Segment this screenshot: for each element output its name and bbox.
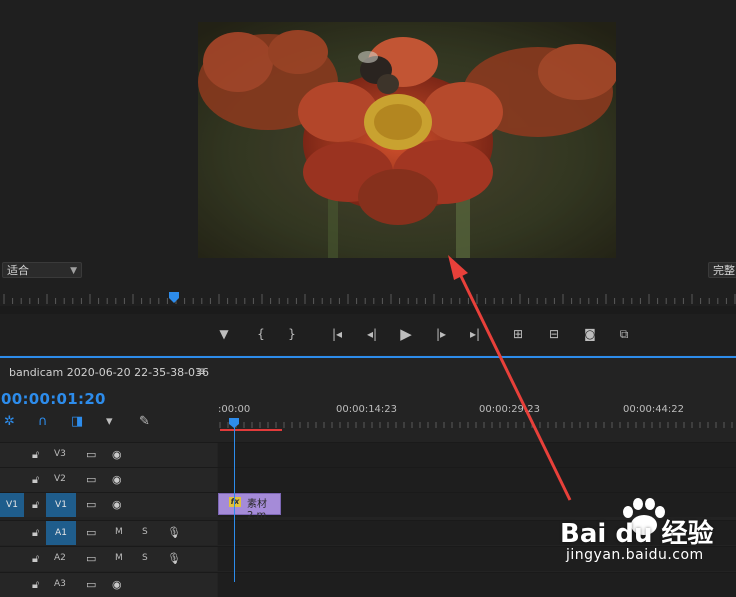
flower-bee-image [198,22,616,258]
mute-button[interactable]: M [115,553,123,563]
timeline-playhead-line[interactable] [234,420,235,582]
wrench-icon[interactable]: ✎ [139,414,150,429]
add-marker-button[interactable]: ▼ [215,326,233,342]
snap-icon[interactable]: ∩ [38,414,48,429]
microphone-icon[interactable]: 🎙︎ [167,552,181,565]
timeline-tools: ✲ ∩ ◨ ▾ ✎ [0,412,216,434]
track-v2: 🔓︎ V2 ▭ ◉ [0,467,736,492]
solo-button[interactable]: S [142,553,148,563]
camera-icon: ◙ [584,327,596,341]
sync-lock-icon[interactable]: ▭ [86,526,96,539]
lock-icon[interactable]: 🔓︎ [32,552,39,566]
track-header: 🔓︎ A3 ▭ ◉ [0,573,217,597]
go-to-in-icon: |◂ [331,327,343,341]
track-header: 🔓︎ A2 ▭ M S 🎙︎ [0,547,217,571]
video-preview[interactable] [198,22,616,258]
track-name: V2 [54,474,66,484]
lock-icon[interactable]: 🔓︎ [32,578,39,592]
sync-lock-icon[interactable]: ▭ [86,448,96,461]
track-lane[interactable] [218,443,736,467]
zoom-dropdown[interactable]: 适合 ▼ [2,262,82,278]
source-patch-v1[interactable]: V1 [0,493,24,517]
track-a3: 🔓︎ A3 ▭ ◉ [0,572,736,597]
solo-button[interactable]: S [142,527,148,537]
transport-controls: ▼ { } |◂ ◂| ▶ |▸ ▸| ⊞ ⊟ ◙ ⧉ [0,320,736,350]
microphone-icon[interactable]: 🎙︎ [167,526,181,539]
quality-dropdown[interactable]: 完整 [708,262,736,278]
play-button[interactable]: ▶ [397,325,415,343]
playhead-timecode[interactable]: 00:00:01:20 [1,390,106,408]
eye-icon[interactable]: ◉ [112,578,122,591]
clip-name: 素材2.m [247,499,267,521]
go-to-out-button[interactable]: ▸| [466,326,484,342]
sequence-tab[interactable]: bandicam 2020-06-20 22-35-38-036 [9,366,209,379]
step-back-icon: ◂| [366,327,378,341]
zoom-value: 适合 [7,264,29,277]
monitor-scrub-bar[interactable] [0,306,736,314]
eye-icon[interactable]: ◉ [112,473,122,486]
lift-button[interactable]: ⊞ [509,326,527,342]
go-to-in-button[interactable]: |◂ [328,326,346,342]
step-back-button[interactable]: ◂| [363,326,381,342]
track-v3: 🔓︎ V3 ▭ ◉ [0,442,736,467]
comparison-icon: ⧉ [619,326,629,341]
extract-button[interactable]: ⊟ [545,326,563,342]
extract-icon: ⊟ [548,327,560,341]
timeline-ruler-ticks [219,422,733,428]
track-lane[interactable] [218,468,736,492]
monitor-time-ruler[interactable] [0,288,736,314]
mark-in-button[interactable]: { [252,326,270,342]
fx-badge: fx [229,497,241,507]
chevron-down-icon: ▼ [70,266,77,276]
track-header: 🔓︎ A1 ▭ M S 🎙︎ [0,521,217,545]
monitor-ruler-ticks [3,292,736,304]
track-name: A3 [54,579,66,589]
add-marker-icon[interactable]: ▾ [106,414,113,429]
lock-icon[interactable]: 🔓︎ [32,526,39,540]
video-clip[interactable]: fx 素材2.m [218,493,281,521]
track-lane[interactable] [218,573,736,597]
step-forward-icon: |▸ [435,327,447,341]
sync-lock-icon[interactable]: ▭ [86,498,96,511]
eye-icon[interactable]: ◉ [112,498,122,511]
track-name[interactable]: A1 [46,521,76,545]
marker-icon: ▼ [219,327,229,341]
mark-in-icon: { [257,327,265,341]
track-header: 🔓︎ V3 ▭ ◉ [0,443,217,467]
watermark-site: jingyan.baidu.com [566,547,704,563]
eye-icon[interactable]: ◉ [112,448,122,461]
sync-lock-icon[interactable]: ▭ [86,552,96,565]
sync-lock-icon[interactable]: ▭ [86,578,96,591]
track-name: A2 [54,553,66,563]
sync-lock-icon[interactable]: ▭ [86,473,96,486]
work-area-bar[interactable] [220,429,282,431]
panel-menu-icon[interactable]: ≡ [196,364,206,378]
quality-value: 完整 [713,264,735,277]
program-monitor: 适合 ▼ 完整 ▼ { } |◂ ◂| ▶ |▸ ▸| ⊞ ⊟ ◙ ⧉ [0,0,736,355]
monitor-playhead[interactable] [169,292,179,303]
mark-out-button[interactable]: } [283,326,301,342]
export-frame-button[interactable]: ◙ [581,326,599,342]
watermark-brand: Bai du 经验 [560,519,714,549]
lift-icon: ⊞ [512,327,524,341]
go-to-out-icon: ▸| [469,327,481,341]
lock-icon[interactable]: 🔓︎ [32,448,39,462]
track-name: V3 [54,449,66,459]
timeline-ruler[interactable]: :00:00 00:00:14:23 00:00:29:23 00:00:44:… [218,398,736,432]
comparison-view-button[interactable]: ⧉ [615,326,633,342]
step-forward-button[interactable]: |▸ [432,326,450,342]
mute-button[interactable]: M [115,527,123,537]
track-name[interactable]: V1 [46,493,76,517]
mark-out-icon: } [288,327,296,341]
linked-selection-icon[interactable]: ◨ [71,414,83,429]
lock-icon[interactable]: 🔓︎ [32,498,39,512]
play-icon: ▶ [400,325,412,343]
nest-toggle-icon[interactable]: ✲ [4,414,15,429]
track-header: V1 🔓︎ V1 ▭ ◉ [0,493,217,517]
lock-icon[interactable]: 🔓︎ [32,473,39,487]
track-header: 🔓︎ V2 ▭ ◉ [0,468,217,492]
